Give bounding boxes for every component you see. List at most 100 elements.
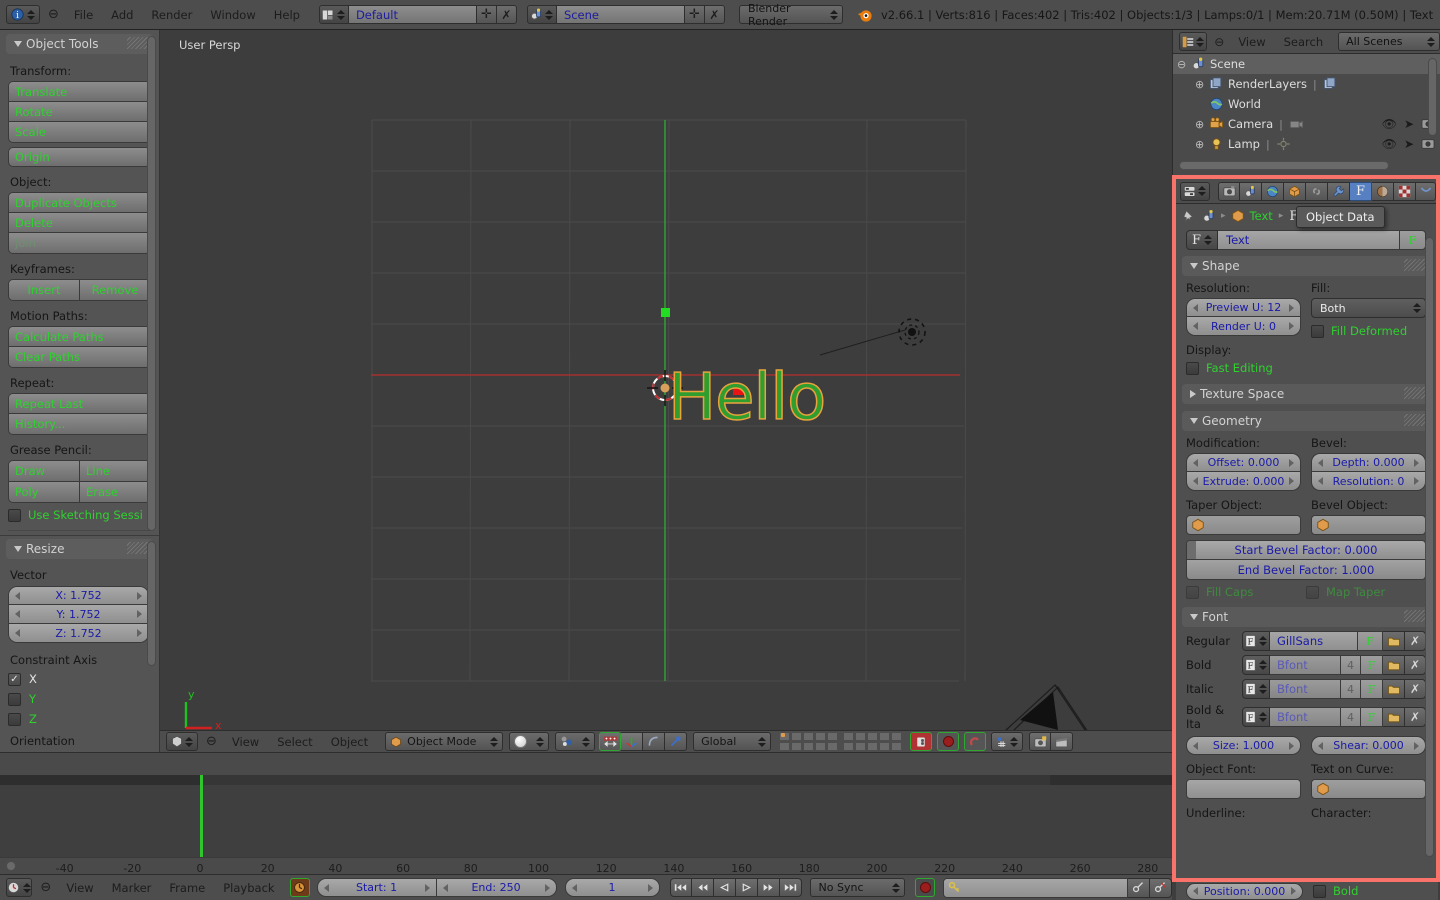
- tab-physics[interactable]: [1416, 182, 1436, 201]
- viewport-shading-selector[interactable]: [509, 732, 549, 751]
- panel-shape-header[interactable]: Shape: [1182, 256, 1430, 276]
- slider-start-bevel-factor[interactable]: Start Bevel Factor: 0.000: [1186, 540, 1426, 560]
- tab-object-data[interactable]: F: [1350, 182, 1372, 201]
- collapse-menu-icon[interactable]: ⊖: [1214, 35, 1224, 49]
- font-users-regular[interactable]: F: [1358, 631, 1383, 651]
- display-mode-spinner[interactable]: [1426, 34, 1435, 49]
- checkbox-use-sketching-sessions[interactable]: [8, 509, 21, 522]
- button-history[interactable]: History...: [9, 414, 150, 434]
- field-bevel-resolution[interactable]: Resolution: 0: [1311, 472, 1426, 491]
- tab-world[interactable]: [1262, 182, 1284, 201]
- layer-cell[interactable]: [855, 742, 866, 751]
- pivot-spinner[interactable]: [581, 734, 590, 749]
- button-insert-keyframe[interactable]: Insert: [9, 280, 80, 300]
- restrict-render-icon[interactable]: [1421, 138, 1435, 150]
- checkbox-constraint-z[interactable]: [8, 713, 21, 726]
- scene-breadcrumb-icon[interactable]: [1202, 209, 1216, 223]
- render-opengl-animation-button[interactable]: [1051, 732, 1073, 751]
- proportional-edit-toggle[interactable]: [910, 732, 932, 751]
- properties-scrollbar[interactable]: [1425, 237, 1434, 857]
- field-extrude[interactable]: Extrude: 0.000: [1186, 472, 1301, 491]
- layer-cell[interactable]: [815, 742, 826, 751]
- shading-spinner[interactable]: [535, 734, 544, 749]
- checkbox-constraint-y[interactable]: [8, 693, 21, 706]
- toggle-manipulator[interactable]: [599, 732, 621, 751]
- datablock-name-field[interactable]: Text: [1218, 230, 1400, 250]
- slider-end-bevel-factor[interactable]: End Bevel Factor: 1.000: [1186, 560, 1426, 580]
- jump-to-end-button[interactable]: [780, 878, 802, 897]
- expander-plus-icon[interactable]: ⊕: [1195, 118, 1209, 131]
- editor-type-spinner[interactable]: [1196, 34, 1205, 49]
- font-open-bold[interactable]: [1383, 655, 1405, 675]
- panel-resize-grip[interactable]: [127, 542, 149, 554]
- viewport-3d[interactable]: Hello User Persp y x (1) Text ⊖ View Sel…: [160, 30, 1172, 752]
- field-resize-y[interactable]: Y: 1.752: [8, 605, 149, 624]
- button-rotate[interactable]: Rotate: [9, 102, 150, 122]
- delete-screen-layout-button[interactable]: ✗: [497, 5, 517, 24]
- outliner-row-renderlayers[interactable]: ⊕ RenderLayers |: [1173, 74, 1440, 94]
- timeline-menu-view[interactable]: View: [57, 878, 102, 898]
- jump-to-start-button[interactable]: [670, 878, 692, 897]
- resize-panel-scrollbar[interactable]: [147, 541, 156, 666]
- manipulator-rotate[interactable]: [643, 732, 665, 751]
- add-screen-layout-button[interactable]: ✛: [477, 5, 497, 24]
- sync-mode-spinner[interactable]: [891, 880, 900, 895]
- panel-grip[interactable]: [1404, 259, 1426, 271]
- menu-render[interactable]: Render: [142, 5, 201, 25]
- panel-geometry-header[interactable]: Geometry: [1182, 411, 1430, 431]
- button-scale[interactable]: Scale: [9, 122, 150, 142]
- previous-keyframe-button[interactable]: [692, 878, 714, 897]
- viewport-menu-object[interactable]: Object: [322, 732, 377, 752]
- font-unlink-bold[interactable]: ✗: [1405, 655, 1426, 675]
- timeline-menu-frame[interactable]: Frame: [160, 878, 214, 898]
- outliner-row-camera[interactable]: ⊕ Camera | 👁 ➤: [1173, 114, 1440, 134]
- editor-type-selector-properties[interactable]: [1180, 182, 1210, 201]
- menu-add[interactable]: Add: [102, 5, 142, 25]
- render-engine-spinner[interactable]: [830, 7, 838, 22]
- layer-cell-active[interactable]: [779, 732, 790, 741]
- snap-element-spinner[interactable]: [1010, 734, 1019, 749]
- layer-cell[interactable]: [867, 732, 878, 741]
- layer-cell[interactable]: [791, 742, 802, 751]
- sync-mode-selector[interactable]: No Sync: [810, 878, 905, 897]
- viewport-menu-view[interactable]: View: [223, 732, 268, 752]
- font-unlink-regular[interactable]: ✗: [1405, 631, 1426, 651]
- checkbox-fill-caps[interactable]: [1186, 586, 1199, 599]
- scene-layers-block-2[interactable]: [843, 732, 902, 751]
- font-name-regular[interactable]: GillSans: [1270, 631, 1358, 651]
- scene-spinner[interactable]: [545, 7, 554, 22]
- add-scene-button[interactable]: ✛: [685, 5, 705, 24]
- editor-type-selector-info[interactable]: i: [6, 5, 40, 24]
- panel-font-header[interactable]: Font: [1182, 607, 1430, 627]
- screen-layout-field[interactable]: Default: [349, 5, 477, 24]
- font-browse-spinner[interactable]: [1258, 634, 1267, 649]
- font-browse-spinner[interactable]: [1258, 710, 1267, 725]
- menu-file[interactable]: File: [65, 5, 102, 25]
- field-resize-x[interactable]: X: 1.752: [8, 586, 149, 605]
- timeline-track-area[interactable]: [0, 775, 1172, 857]
- timeline-menu-playback[interactable]: Playback: [214, 878, 283, 898]
- pivot-point-selector[interactable]: [555, 732, 595, 751]
- screen-layout-icon-button[interactable]: [319, 5, 349, 24]
- snap-toggle[interactable]: [964, 732, 986, 751]
- font-browse-italic[interactable]: F: [1242, 679, 1270, 699]
- field-font-size[interactable]: Size: 1.000: [1186, 736, 1301, 755]
- font-name-bold[interactable]: Bfont: [1270, 655, 1341, 675]
- tab-modifiers[interactable]: [1328, 182, 1350, 201]
- tab-texture[interactable]: [1394, 182, 1416, 201]
- button-remove-keyframe[interactable]: Remove: [80, 280, 150, 300]
- button-gp-poly[interactable]: Poly: [9, 482, 80, 502]
- font-fakeuser-bold-italic[interactable]: F: [1361, 707, 1383, 727]
- fill-mode-spinner[interactable]: [1412, 301, 1421, 316]
- scene-icon-button[interactable]: [527, 5, 557, 24]
- keying-set-field[interactable]: [943, 878, 1128, 898]
- button-delete[interactable]: Delete: [9, 213, 150, 233]
- editor-type-spinner[interactable]: [185, 734, 194, 749]
- field-font-shear[interactable]: Shear: 0.000: [1311, 736, 1426, 755]
- font-fakeuser-bold[interactable]: F: [1361, 655, 1383, 675]
- field-preview-u[interactable]: Preview U: 12: [1186, 298, 1301, 317]
- delete-keyframe-button[interactable]: [1150, 878, 1172, 898]
- layer-cell[interactable]: [891, 742, 902, 751]
- font-unlink-bold-italic[interactable]: ✗: [1405, 707, 1426, 727]
- button-origin[interactable]: Origin: [8, 147, 151, 167]
